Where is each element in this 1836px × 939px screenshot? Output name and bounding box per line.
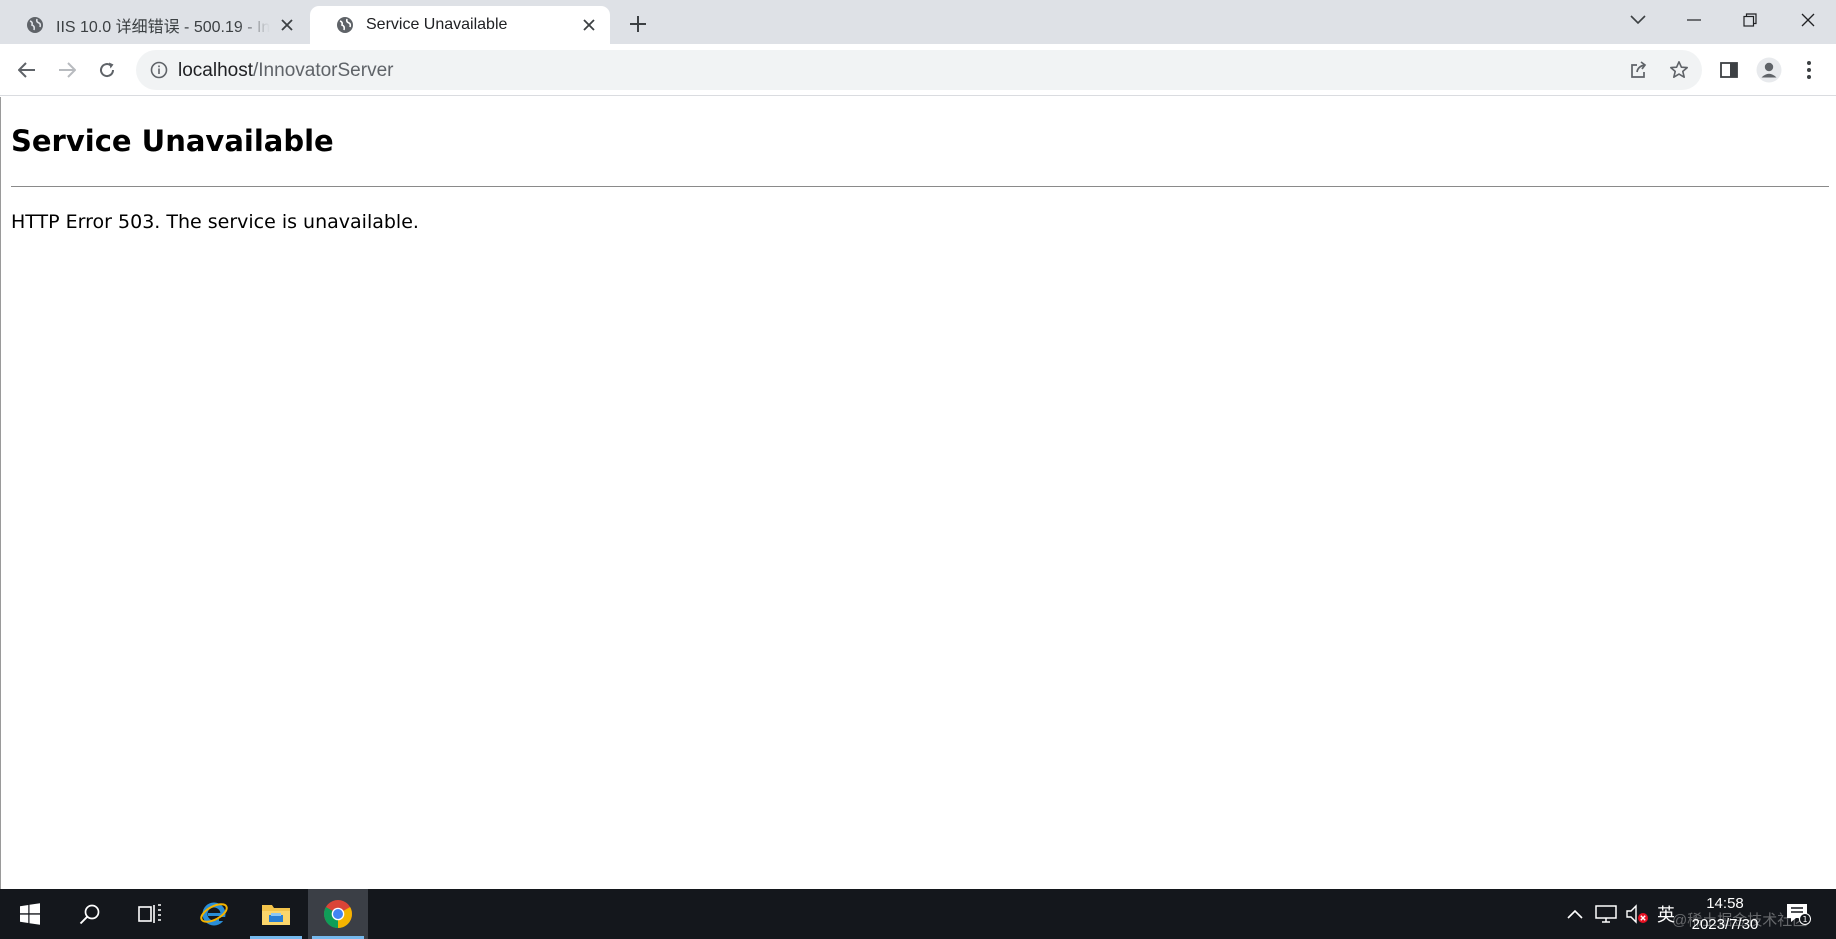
back-button[interactable]: [12, 55, 42, 85]
task-view-icon: [138, 904, 161, 923]
side-panel-icon: [1720, 62, 1738, 78]
tab-title: Service Unavailable: [366, 16, 508, 33]
star-icon: [1670, 61, 1688, 78]
chevron-down-icon: [1630, 15, 1646, 25]
tab-iis-error[interactable]: IIS 10.0 详细错误 - 500.19 - Internal Server…: [0, 6, 308, 44]
tray-overflow-button[interactable]: [1564, 889, 1586, 939]
tab-search-button[interactable]: [1610, 0, 1666, 40]
side-panel-button[interactable]: [1714, 55, 1744, 85]
volume-muted-icon: [1626, 904, 1648, 924]
globe-icon: [27, 17, 43, 33]
chrome-icon: [324, 900, 352, 928]
system-clock[interactable]: 14:58 2023/7/30: [1680, 893, 1770, 935]
network-button[interactable]: [1592, 889, 1620, 939]
window-close-button[interactable]: [1780, 0, 1836, 40]
chevron-up-icon: [1567, 909, 1583, 919]
internet-explorer-icon: [200, 902, 228, 926]
restore-button[interactable]: [1722, 0, 1778, 40]
notification-count: 1: [1802, 915, 1807, 924]
page-title: Service Unavailable: [11, 124, 334, 158]
error-message: HTTP Error 503. The service is unavailab…: [11, 211, 419, 233]
volume-button[interactable]: [1622, 889, 1652, 939]
close-icon[interactable]: [278, 16, 296, 34]
forward-arrow-icon: [59, 62, 76, 78]
taskbar-internet-explorer[interactable]: [184, 889, 244, 939]
minimize-button[interactable]: [1666, 0, 1722, 40]
page-content: Service Unavailable HTTP Error 503. The …: [0, 97, 1836, 889]
url-text[interactable]: localhost/InnovatorServer: [178, 60, 393, 82]
clock-date: 2023/7/30: [1691, 916, 1759, 933]
plus-icon: [630, 16, 646, 32]
notification-icon: 1: [1787, 904, 1811, 925]
file-explorer-icon: [262, 905, 290, 925]
globe-icon: [337, 17, 353, 33]
share-icon: [1631, 61, 1647, 78]
forward-button[interactable]: [52, 55, 82, 85]
profile-icon: [1756, 57, 1782, 83]
taskbar-chrome[interactable]: [308, 889, 368, 939]
close-icon[interactable]: [580, 16, 598, 34]
windows-start-icon: [20, 903, 40, 925]
profile-button[interactable]: [1754, 55, 1784, 85]
search-button[interactable]: [60, 889, 120, 939]
share-button[interactable]: [1628, 59, 1650, 81]
search-icon: [79, 904, 100, 925]
tab-strip: IIS 10.0 详细错误 - 500.19 - Internal Server…: [0, 0, 1836, 44]
windows-taskbar: 英 @稀土掘金技术社区 14:58 2023/7/30 1: [0, 889, 1836, 939]
clock-time: 14:58: [1706, 895, 1744, 912]
address-bar[interactable]: localhost/InnovatorServer: [136, 50, 1702, 90]
bookmark-button[interactable]: [1668, 59, 1690, 81]
back-arrow-icon: [18, 62, 35, 78]
divider: [11, 186, 1829, 187]
browser-toolbar: localhost/InnovatorServer: [0, 44, 1836, 96]
action-center-button[interactable]: 1: [1780, 889, 1816, 939]
chrome-menu-button[interactable]: [1794, 55, 1824, 85]
kebab-menu-icon: [1807, 61, 1811, 79]
info-icon[interactable]: [150, 61, 168, 79]
start-button[interactable]: [0, 889, 60, 939]
task-view-button[interactable]: [120, 889, 180, 939]
close-icon: [1801, 13, 1815, 27]
reload-icon: [100, 62, 115, 78]
url-host: localhost: [178, 60, 253, 81]
restore-icon: [1743, 13, 1757, 27]
new-tab-button[interactable]: [624, 10, 652, 38]
minimize-icon: [1687, 19, 1701, 21]
reload-button[interactable]: [92, 55, 122, 85]
taskbar-file-explorer[interactable]: [246, 889, 306, 939]
network-icon: [1595, 905, 1617, 923]
tab-service-unavailable[interactable]: Service Unavailable: [310, 6, 610, 44]
url-path: /InnovatorServer: [253, 60, 394, 81]
tab-title: IIS 10.0 详细错误 - 500.19 - Internal Server…: [56, 19, 270, 36]
